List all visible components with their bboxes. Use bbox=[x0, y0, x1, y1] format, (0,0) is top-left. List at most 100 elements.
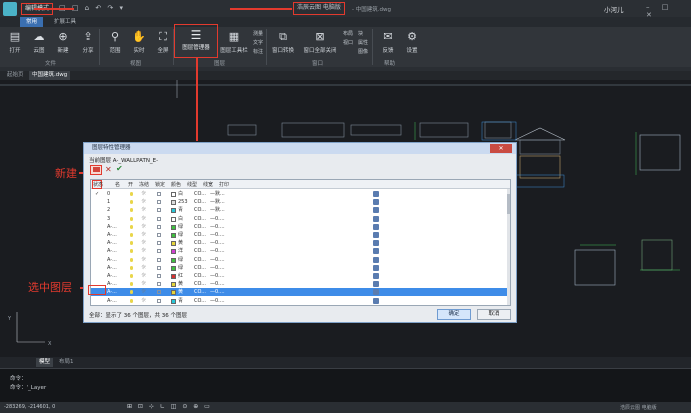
tab-start-page[interactable]: 起始页 bbox=[4, 71, 27, 80]
set-current-button[interactable]: ✔ bbox=[116, 164, 123, 173]
lightbulb-icon[interactable] bbox=[130, 233, 133, 237]
table-row[interactable]: A-... ☼ 红 CO... —0.... bbox=[91, 272, 510, 280]
command-input-line[interactable]: 命令：'_Layer bbox=[10, 383, 46, 391]
tab-extension-tools[interactable]: 扩展工具 bbox=[48, 17, 82, 27]
open-button[interactable]: ▤ 打开 bbox=[2, 28, 28, 58]
layer-manager-button[interactable]: ☰ 图层管理器 bbox=[174, 24, 218, 58]
plot-icon[interactable] bbox=[373, 240, 379, 247]
lock-icon[interactable] bbox=[157, 282, 161, 287]
realtime-pan-button[interactable]: ✋ 实时 bbox=[126, 28, 152, 58]
header-lineweight[interactable]: 线宽 bbox=[203, 181, 213, 188]
header-lock[interactable]: 锁定 bbox=[155, 181, 165, 188]
header-status[interactable]: 状态 bbox=[93, 181, 103, 188]
header-plot[interactable]: 打印 bbox=[219, 181, 229, 188]
lightbulb-icon[interactable] bbox=[130, 241, 133, 246]
tab-model[interactable]: 模型 bbox=[36, 358, 54, 367]
header-name[interactable]: 名 bbox=[115, 181, 120, 188]
plot-icon[interactable] bbox=[373, 256, 379, 263]
tool-measure[interactable]: 测量 bbox=[253, 30, 263, 37]
lock-icon[interactable] bbox=[157, 290, 161, 295]
window-switch-button[interactable]: ⧉ 窗口转换 bbox=[268, 28, 298, 58]
lightbulb-icon[interactable] bbox=[130, 282, 133, 287]
sun-icon[interactable]: ☼ bbox=[141, 190, 146, 198]
sun-icon[interactable]: ☼ bbox=[141, 280, 146, 288]
table-row[interactable]: 2 ☼ 青 CO... —默... bbox=[91, 206, 510, 214]
lightbulb-icon[interactable] bbox=[130, 249, 133, 254]
color-swatch[interactable] bbox=[171, 274, 176, 279]
sun-icon[interactable]: ☼ bbox=[141, 272, 146, 280]
plot-icon[interactable] bbox=[373, 223, 379, 230]
table-row[interactable]: A-... ☼ 黄 CO... —0.... bbox=[91, 288, 510, 297]
lock-icon[interactable] bbox=[157, 224, 161, 229]
color-swatch[interactable] bbox=[171, 265, 176, 271]
plot-icon[interactable] bbox=[373, 281, 379, 288]
table-row[interactable]: 1 ☼ 253 CO... —默... bbox=[91, 198, 510, 206]
tab-drawing-file[interactable]: 中国建筑.dwg bbox=[29, 71, 71, 80]
color-swatch[interactable] bbox=[171, 298, 176, 304]
dialog-close-button[interactable]: ✕ bbox=[490, 144, 512, 153]
delete-layer-button[interactable]: ✕ bbox=[105, 165, 112, 174]
lock-icon[interactable] bbox=[157, 200, 161, 205]
lightbulb-icon[interactable] bbox=[130, 192, 133, 196]
lightbulb-icon[interactable] bbox=[130, 200, 133, 205]
plot-icon[interactable] bbox=[373, 232, 379, 238]
sun-icon[interactable]: ☼ bbox=[141, 264, 146, 272]
plot-icon[interactable] bbox=[373, 191, 379, 197]
sun-icon[interactable]: ☼ bbox=[141, 239, 146, 247]
table-row[interactable]: A-... ☼ 绿 CO... —0.... bbox=[91, 256, 510, 264]
tool-block[interactable]: 块 bbox=[358, 30, 363, 37]
new-file-button[interactable]: ⊕ 新建 bbox=[50, 28, 76, 58]
color-swatch[interactable] bbox=[171, 257, 176, 263]
sun-icon[interactable]: ☼ bbox=[141, 288, 146, 296]
color-swatch[interactable] bbox=[171, 241, 176, 247]
table-row[interactable]: A-... ☼ 青 CO... —0.... bbox=[91, 297, 510, 305]
lock-icon[interactable] bbox=[157, 192, 161, 196]
sun-icon[interactable]: ☼ bbox=[141, 231, 146, 239]
cloud-button[interactable]: ☁ 云图 bbox=[26, 28, 52, 58]
lightbulb-icon[interactable] bbox=[130, 216, 133, 221]
tab-common[interactable]: 常用 bbox=[20, 17, 44, 27]
lock-icon[interactable] bbox=[157, 298, 161, 303]
ok-button[interactable]: 确定 bbox=[437, 309, 471, 320]
table-row[interactable]: A-... ☼ 绿 CO... —0.... bbox=[91, 264, 510, 272]
table-row[interactable]: A-... ☼ 绿 CO... —0.... bbox=[91, 231, 510, 239]
lock-icon[interactable] bbox=[157, 265, 161, 270]
settings-button[interactable]: ⚙ 设置 bbox=[399, 28, 425, 58]
table-row[interactable]: A-... ☼ 黄 CO... —0.... bbox=[91, 280, 510, 288]
tool-image[interactable]: 图像 bbox=[358, 48, 368, 55]
color-swatch[interactable] bbox=[171, 224, 176, 230]
lock-icon[interactable] bbox=[157, 233, 161, 237]
lightbulb-icon[interactable] bbox=[130, 265, 133, 270]
lock-icon[interactable] bbox=[157, 208, 161, 213]
lock-icon[interactable] bbox=[157, 216, 161, 221]
close-all-windows-button[interactable]: ⊠ 窗口全部关闭 bbox=[300, 28, 340, 58]
zoom-extent-button[interactable]: ⚲ 范围 bbox=[102, 28, 128, 58]
drafting-toggles[interactable]: ⊞ ⊡ ⊹ ∟ ◫ ⊙ ⊕ ▭ bbox=[127, 403, 212, 410]
sun-icon[interactable]: ☼ bbox=[141, 206, 146, 214]
share-button[interactable]: ⇪ 分享 bbox=[75, 28, 101, 58]
tool-attribute[interactable]: 属性 bbox=[358, 39, 368, 46]
table-row[interactable]: A-... ☼ 绿 CO... —0.... bbox=[91, 223, 510, 231]
cancel-button[interactable]: 取消 bbox=[477, 309, 511, 320]
plot-icon[interactable] bbox=[373, 199, 379, 206]
command-window[interactable] bbox=[0, 368, 691, 402]
sun-icon[interactable]: ☼ bbox=[141, 223, 146, 231]
feedback-button[interactable]: ✉ 反馈 bbox=[375, 28, 401, 58]
color-swatch[interactable] bbox=[171, 216, 176, 222]
tab-layout1[interactable]: 布局1 bbox=[56, 358, 77, 367]
plot-icon[interactable] bbox=[373, 289, 379, 296]
plot-icon[interactable] bbox=[373, 264, 379, 271]
plot-icon[interactable] bbox=[373, 215, 379, 222]
lock-icon[interactable] bbox=[157, 274, 161, 278]
plot-icon[interactable] bbox=[373, 297, 379, 304]
sun-icon[interactable]: ☼ bbox=[141, 198, 146, 206]
color-swatch[interactable] bbox=[171, 282, 176, 288]
table-row[interactable]: A-... ☼ 黄 CO... —0.... bbox=[91, 239, 510, 247]
tool-viewport[interactable]: 视口 bbox=[343, 39, 353, 46]
new-layer-button[interactable] bbox=[90, 165, 102, 175]
lightbulb-icon[interactable] bbox=[130, 274, 133, 278]
plot-icon[interactable] bbox=[373, 248, 379, 255]
app-logo-icon[interactable] bbox=[3, 2, 17, 16]
lightbulb-icon[interactable] bbox=[130, 298, 133, 303]
sun-icon[interactable]: ☼ bbox=[141, 297, 146, 305]
